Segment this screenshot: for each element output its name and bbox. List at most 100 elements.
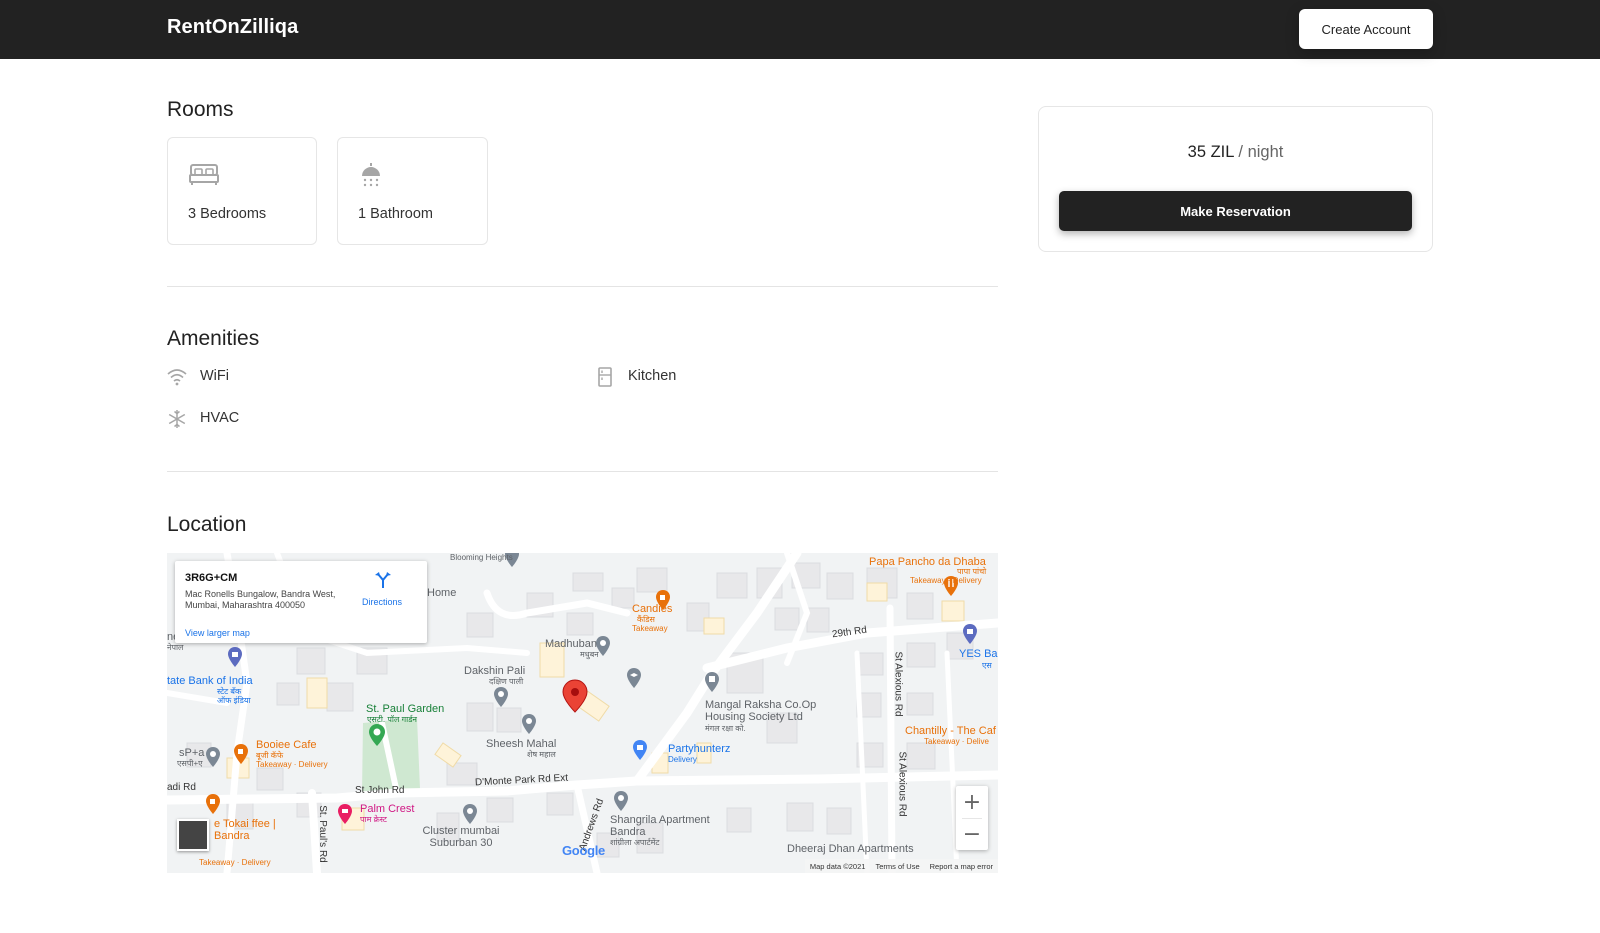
map-label: दक्षिण पाली [489,677,524,686]
map-label: YES Ba [959,648,998,660]
brand-logo[interactable]: RentOnZilliqa [167,16,298,39]
map-label: पाम क्रेस्ट [360,815,387,824]
amenity-kitchen: Kitchen [595,366,715,388]
map-label: e Tokai ffee | Bandra [214,818,276,842]
zoom-control: + − [956,786,988,850]
map-footer: Map data ©2021 Terms of Use Report a map… [804,859,998,873]
map-label: Mangal Raksha Co.Op Housing Society Ltd [705,699,817,723]
section-divider [167,471,998,472]
poi-pin-icon[interactable] [613,790,629,812]
bed-icon [189,162,219,188]
rooms-heading: Rooms [167,98,234,121]
navbar: RentOnZilliqa Create Account [0,0,1600,59]
map-label: Chantilly - The Caf [905,725,996,737]
zoom-out-button[interactable]: − [956,818,988,850]
poi-pin-icon[interactable] [205,746,221,768]
school-pin-icon[interactable] [626,667,642,689]
amenity-label-kitchen: Kitchen [628,368,677,384]
location-heading: Location [167,513,247,536]
poi-pin-icon[interactable] [493,686,509,708]
map-label: Home [427,587,457,599]
park-pin-icon[interactable] [368,723,386,747]
map-label: स्टेट बँक ऑफ इंडिया [217,687,251,705]
poi-pin-icon[interactable] [462,803,478,825]
map-label: Dakshin Pali [464,665,526,677]
price-amount: 35 ZIL [1187,143,1234,161]
amenities-heading: Amenities [167,327,260,350]
map-label: Booiee Cafe [256,739,317,751]
map-label: शेष महाल [527,750,556,759]
map-label: Delivery [668,755,697,764]
zoom-in-button[interactable]: + [956,786,988,818]
building-pin-icon[interactable] [704,671,720,693]
shop-pin-icon[interactable] [632,739,648,761]
map-label: adi Rd [167,782,196,793]
map-label: Shangrila Apartment Bandra [610,814,710,838]
location-map[interactable]: Papa Pancho da Dhaba पापा पांचो Takeaway… [167,553,998,873]
map-label: एस [982,661,992,670]
price-unit: / night [1233,143,1284,161]
map-label: Partyhunterz [668,743,731,755]
map-label: Takeaway · Delivery [256,760,328,769]
room-card-bathroom: 1 Bathroom [337,137,488,245]
map-info-window: 3R6G+CM Mac Ronells Bungalow, Bandra Wes… [175,561,427,643]
map-address: Mac Ronells Bungalow, Bandra West, Mumba… [185,589,336,610]
map-label: Sheesh Mahal [486,738,557,750]
directions-link[interactable]: Directions [362,597,402,607]
amenity-wifi: WiFi [167,366,287,388]
map-label: बूजी कॅफे [256,751,284,760]
cafe-pin-icon[interactable] [233,743,249,765]
cafe-pin-icon[interactable] [205,793,221,815]
map-label: sP+a [179,747,205,759]
map-label: Takeaway · Delivery [199,858,271,867]
map-label: शांग्रीला अपार्टमेंट [610,838,660,847]
directions-icon[interactable] [374,571,392,589]
section-divider [167,286,998,287]
map-label: Dheeraj Dhan Apartments [787,843,914,855]
make-reservation-button[interactable]: Make Reservation [1059,191,1412,231]
map-label: Palm Crest [360,803,415,815]
room-card-bedrooms: 3 Bedrooms [167,137,317,245]
satellite-toggle[interactable] [177,819,209,851]
view-larger-map-link[interactable]: View larger map [185,628,250,638]
map-label: पापा पांचो [957,567,987,576]
map-label: एसटी. पॉल गार्डन [367,715,417,724]
plus-code: 3R6G+CM [185,572,238,584]
reservation-card: 35 ZIL / night Make Reservation [1038,106,1433,252]
poi-pin-icon[interactable] [521,713,537,735]
map-label: St Alexious Rd [896,751,908,817]
kitchen-icon [595,367,615,387]
map-label: Takeaway · Delivery [910,576,982,585]
create-account-button[interactable]: Create Account [1299,9,1433,49]
map-label: Takeaway · Delive [924,737,989,746]
snowflake-icon [167,409,187,429]
map-label: St. Paul Garden [366,703,445,715]
hotel-pin-icon[interactable] [337,803,353,825]
amenity-label-wifi: WiFi [200,368,229,384]
map-label: St Alexious Rd [892,651,904,717]
amenity-label-hvac: HVAC [200,410,240,426]
shower-icon [359,162,389,188]
map-label: St. Paul's Rd [316,805,328,863]
map-label: Takeaway [632,624,668,633]
room-label-bedrooms: 3 Bedrooms [188,206,267,222]
map-data-text: Map data ©2021 [809,861,866,871]
map-label: Madhuban [545,638,597,650]
map-label: मधुबन [580,650,599,659]
wifi-icon [167,367,187,387]
report-error-link[interactable]: Report a map error [930,862,993,871]
terms-link[interactable]: Terms of Use [875,862,919,871]
bank-pin-icon[interactable] [962,623,978,645]
map-label: कैंडिस [637,615,655,624]
room-label-bathroom: 1 Bathroom [358,206,433,222]
price-line: 35 ZIL / night [1039,143,1432,162]
google-logo: Google [562,843,605,858]
map-label: एसपी+ए [177,759,203,768]
map-label: Blooming Heights [450,553,513,562]
map-label: मंगल रक्षा को. [705,724,746,733]
location-pin-icon[interactable] [562,679,588,713]
map-label: Cluster mumbai Suburban 30 [422,825,500,849]
map-label: Candies [632,603,673,615]
map-label: St John Rd [355,785,405,796]
bank-pin-icon[interactable] [227,646,243,668]
